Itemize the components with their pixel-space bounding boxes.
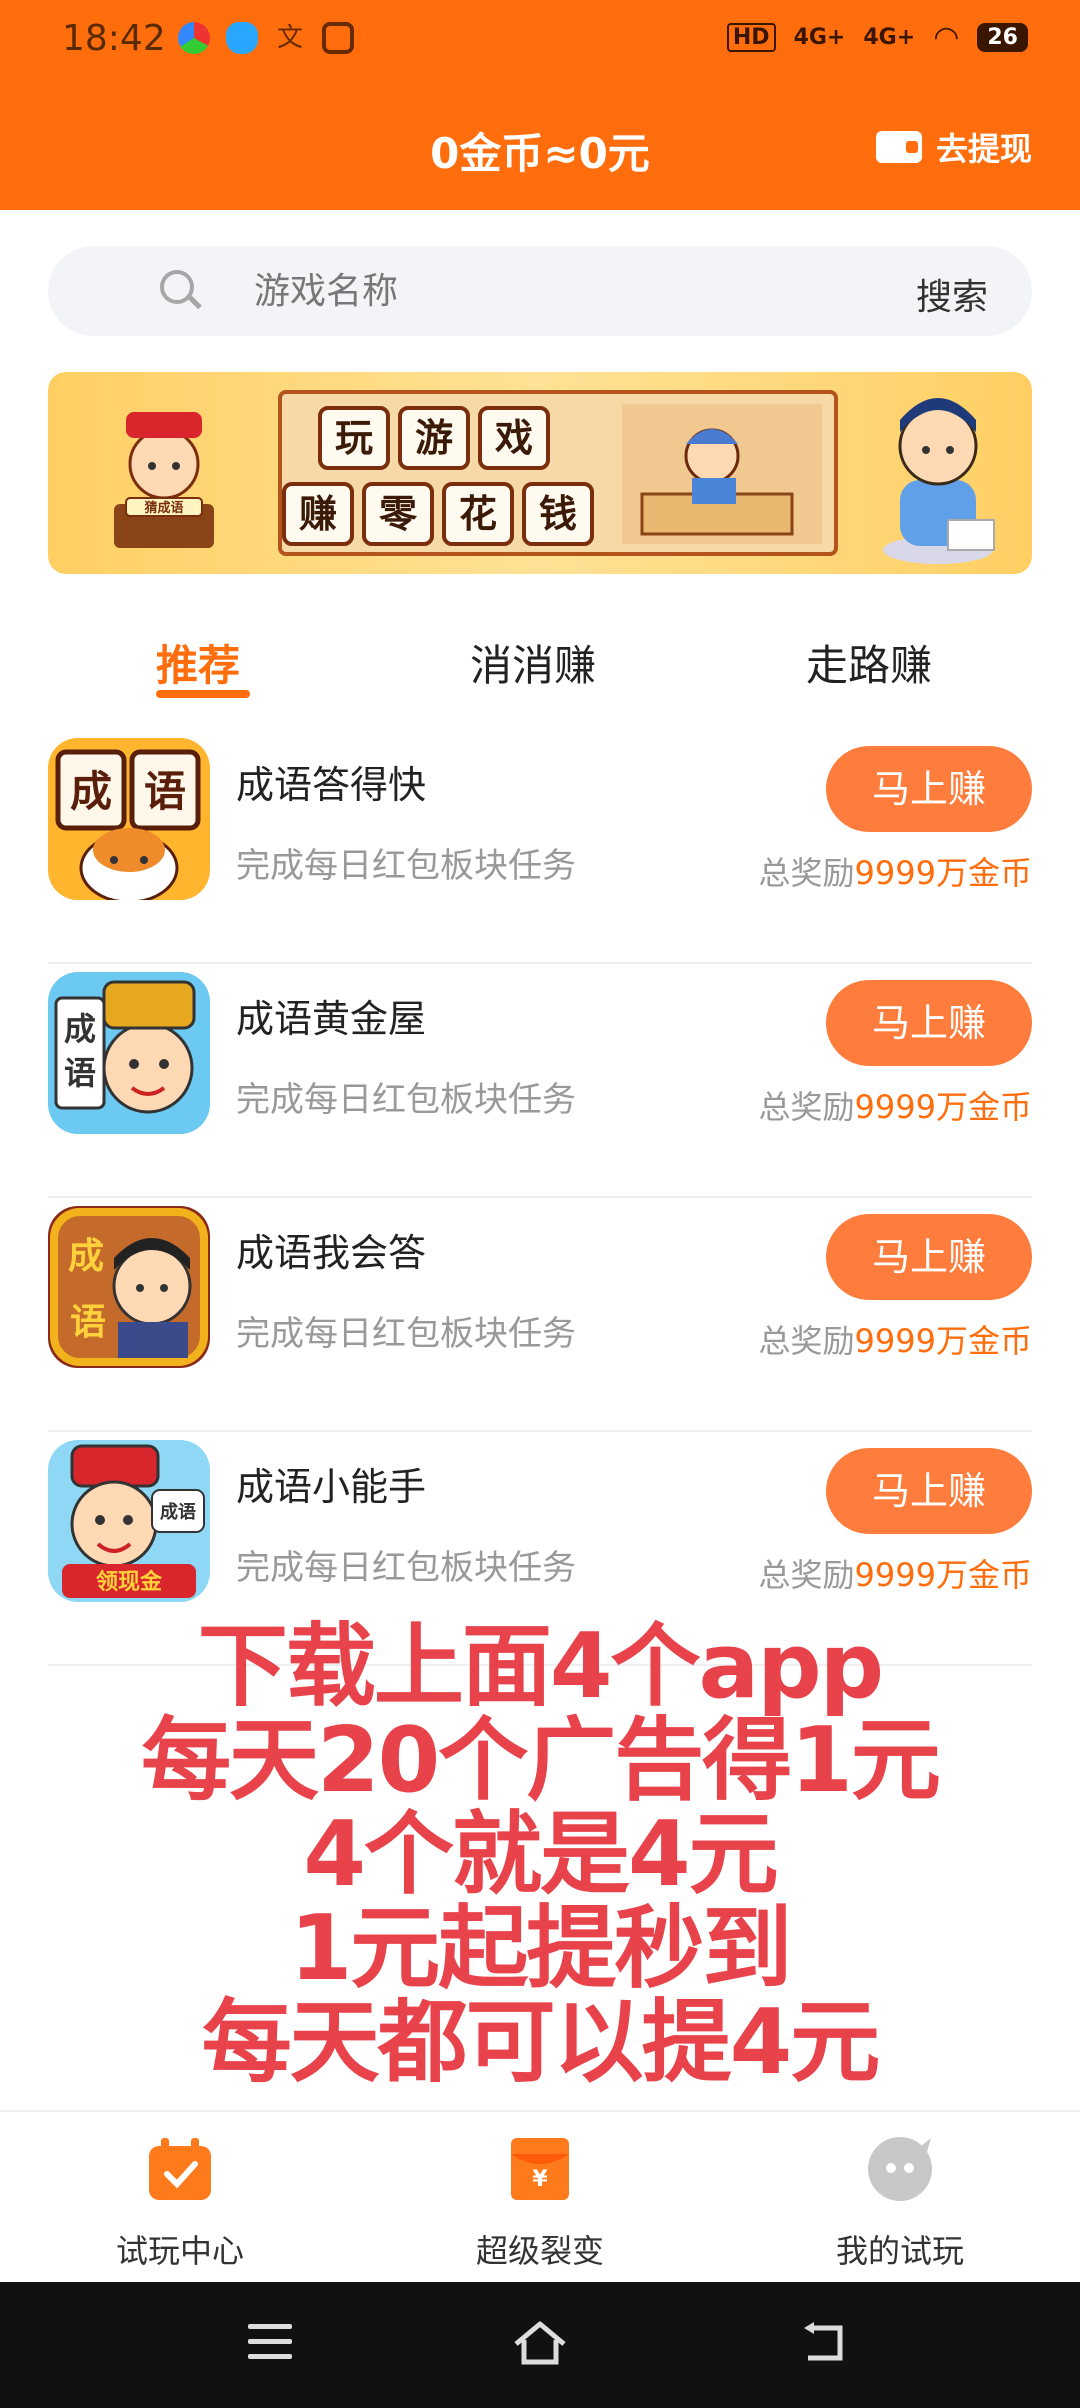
list-item[interactable]: 成 语 成语我会答 完成每日红包板块任务 马上赚 总奖励9999万金币 <box>48 1198 1032 1432</box>
list-item[interactable]: 成 语 成语黄金屋 完成每日红包板块任务 马上赚 总奖励9999万金币 <box>48 964 1032 1198</box>
home-icon[interactable] <box>512 2318 568 2366</box>
reward-amount: 9999万金币 <box>854 854 1032 892</box>
menu-icon[interactable] <box>248 2324 292 2360</box>
promo-line: 每天都可以提4元 <box>201 1990 881 2095</box>
promo-line: 下载上面4个app <box>197 1614 884 1719</box>
promo-overlay-text: 下载上面4个app 每天20个广告得1元 4个就是4元 1元起提秒到 每天都可以… <box>0 1620 1080 2090</box>
status-time: 18:42 <box>62 18 166 59</box>
icon-text: 语 <box>144 767 186 816</box>
game-name: 成语答得快 <box>236 763 427 807</box>
list-item[interactable]: 成 语 成语答得快 完成每日红包板块任务 马上赚 总奖励9999万金币 <box>48 730 1032 964</box>
game-name: 成语小能手 <box>236 1465 427 1509</box>
chat-bubble-icon <box>868 2137 932 2201</box>
banner-tile: 花 <box>442 482 514 546</box>
banner-badge-text: 猜成语 <box>143 500 183 516</box>
game-list: 成 语 成语答得快 完成每日红包板块任务 马上赚 总奖励9999万金币 成 语 … <box>48 730 1032 1666</box>
nav-super-fission[interactable]: ¥ 超级裂变 <box>410 2134 670 2272</box>
icon-text: 语 <box>70 1302 106 1343</box>
nav-label: 试玩中心 <box>115 2232 244 2270</box>
banner-tile: 赚 <box>282 482 354 546</box>
banner-board: 玩 游 戏 赚 零 花 钱 <box>278 390 838 556</box>
icon-text: 成 <box>70 767 112 816</box>
icon-badge: 领现金 <box>96 1569 163 1595</box>
banner-tile: 戏 <box>478 406 550 470</box>
nav-label: 我的试玩 <box>835 2232 964 2270</box>
icon-text: 成 <box>68 1236 104 1277</box>
game-name: 成语黄金屋 <box>236 997 427 1041</box>
banner-tile: 钱 <box>522 482 594 546</box>
tab-match-earn[interactable]: 消消赚 <box>470 632 596 693</box>
earn-now-button[interactable]: 马上赚 <box>826 1448 1032 1534</box>
hd-badge: HD <box>726 23 776 52</box>
nav-my-trials[interactable]: 我的试玩 <box>770 2134 1030 2272</box>
game-icon: 成 语 <box>48 738 210 900</box>
promo-line: 1元起提秒到 <box>289 1896 793 2001</box>
nav-label: 超级裂变 <box>475 2232 604 2270</box>
status-bar: 18:42 文 HD 4G+ 4G+ ◠ 26 <box>0 0 1080 88</box>
tab-walk-earn[interactable]: 走路赚 <box>806 632 932 693</box>
reward-text: 总奖励9999万金币 <box>758 1088 1032 1126</box>
banner-tile: 游 <box>398 406 470 470</box>
banner-right-character <box>883 398 995 564</box>
game-icon: 成 语 <box>48 1206 210 1368</box>
game-desc: 完成每日红包板块任务 <box>236 846 576 886</box>
banner-tile: 玩 <box>318 406 390 470</box>
earn-now-button[interactable]: 马上赚 <box>826 746 1032 832</box>
banner-tile: 零 <box>362 482 434 546</box>
withdraw-label: 去提现 <box>935 130 1032 168</box>
qq-notification-icon <box>226 22 258 54</box>
wifi-icon: ◠ <box>933 20 960 55</box>
search-button[interactable]: 搜索 <box>916 268 988 320</box>
game-desc: 完成每日红包板块任务 <box>236 1080 576 1120</box>
system-nav-bar <box>0 2282 1080 2408</box>
reward-text: 总奖励9999万金币 <box>758 1556 1032 1594</box>
promo-line: 4个就是4元 <box>303 1802 778 1907</box>
icon-text: 成语 <box>160 1501 196 1523</box>
red-envelope-icon: ¥ <box>511 2138 569 2200</box>
tab-recommend[interactable]: 推荐 <box>156 632 240 693</box>
back-icon[interactable] <box>800 2322 848 2364</box>
status-indicators: HD 4G+ 4G+ ◠ 26 <box>726 20 1028 55</box>
search-input[interactable] <box>254 264 794 318</box>
game-icon: 成语 领现金 <box>48 1440 210 1602</box>
calendar-check-icon <box>149 2138 211 2200</box>
reward-amount: 9999万金币 <box>854 1556 1032 1594</box>
game-desc: 完成每日红包板块任务 <box>236 1548 576 1588</box>
game-desc: 完成每日红包板块任务 <box>236 1314 576 1354</box>
reward-amount: 9999万金币 <box>854 1088 1032 1126</box>
promo-banner[interactable]: 猜成语 玩 游 戏 赚 零 花 钱 <box>48 372 1032 574</box>
text-notification-icon: 文 <box>276 23 303 53</box>
svg-text:¥: ¥ <box>532 2167 548 2192</box>
notification-icons: 文 <box>178 22 354 54</box>
active-tab-indicator <box>156 690 250 698</box>
withdraw-button[interactable]: 去提现 <box>875 124 1032 170</box>
app-header: 18:42 文 HD 4G+ 4G+ ◠ 26 0金币≈0元 去提现 <box>0 0 1080 210</box>
wallet-icon <box>875 131 922 163</box>
banner-scholar-illustration <box>622 404 822 544</box>
reward-text: 总奖励9999万金币 <box>758 854 1032 892</box>
signal-2: 4G+ <box>863 25 916 50</box>
icon-text: 成 <box>64 1010 96 1048</box>
camera-notification-icon <box>322 22 354 54</box>
game-icon: 成 语 <box>48 972 210 1134</box>
reward-text: 总奖励9999万金币 <box>758 1322 1032 1360</box>
search-icon <box>160 270 202 310</box>
earn-now-button[interactable]: 马上赚 <box>826 980 1032 1066</box>
signal-1: 4G+ <box>793 25 846 50</box>
app-notification-icon <box>178 22 210 54</box>
nav-trial-center[interactable]: 试玩中心 <box>50 2134 310 2272</box>
icon-text: 语 <box>64 1054 96 1092</box>
game-name: 成语我会答 <box>236 1231 427 1275</box>
bottom-nav: 试玩中心 ¥ 超级裂变 我的试玩 <box>0 2110 1080 2282</box>
reward-amount: 9999万金币 <box>854 1322 1032 1360</box>
search-bar: 搜索 <box>48 246 1032 336</box>
battery-indicator: 26 <box>977 23 1028 52</box>
promo-line: 每天20个广告得1元 <box>141 1708 941 1813</box>
earn-now-button[interactable]: 马上赚 <box>826 1214 1032 1300</box>
banner-left-character: 猜成语 <box>114 412 214 548</box>
